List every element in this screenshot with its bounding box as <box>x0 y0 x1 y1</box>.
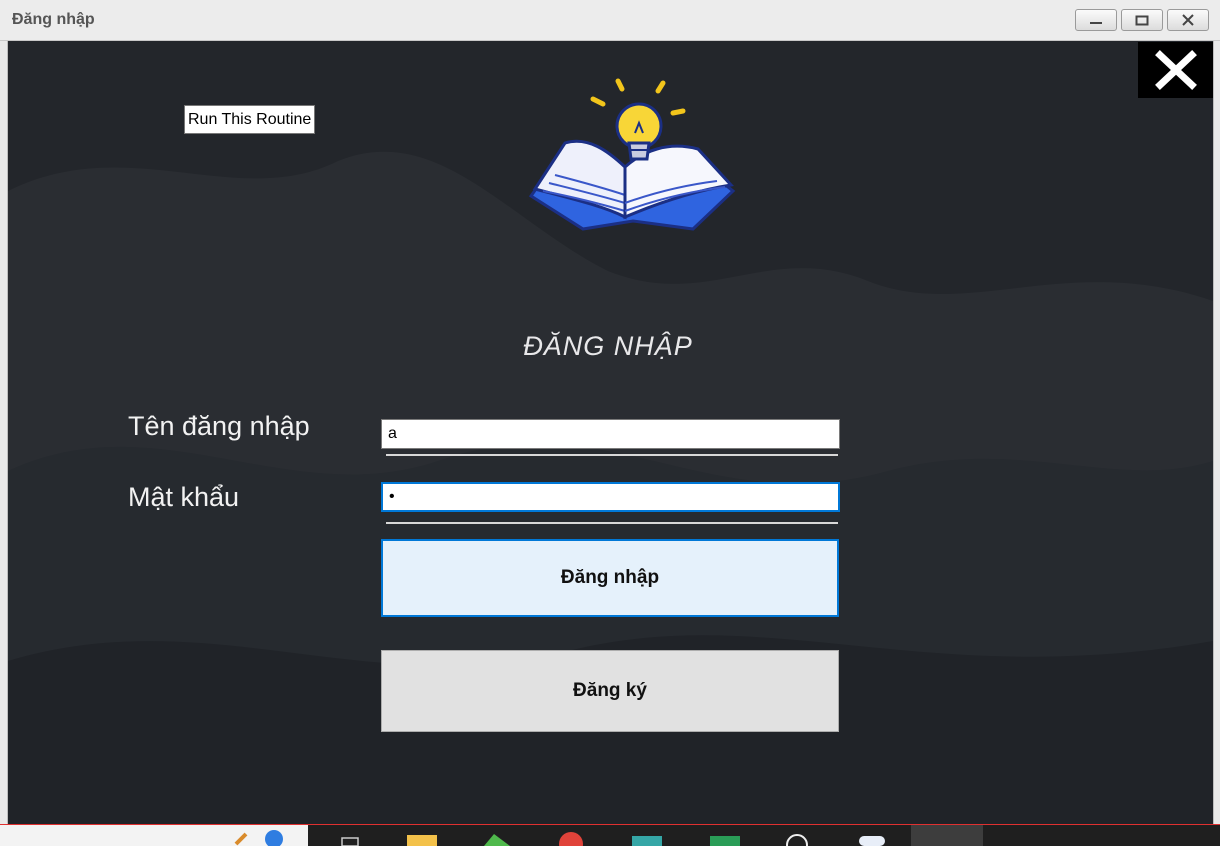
window-close-button[interactable] <box>1167 9 1209 31</box>
username-label: Tên đăng nhập <box>128 411 310 441</box>
window-titlebar: Đăng nhập <box>0 0 1220 41</box>
store-icon[interactable] <box>630 830 664 846</box>
password-input[interactable] <box>381 482 840 512</box>
browser-icon[interactable] <box>480 830 514 846</box>
book-lightbulb-icon <box>528 78 736 231</box>
taskbar <box>0 824 1220 846</box>
close-icon <box>1182 14 1194 26</box>
login-heading: ĐĂNG NHẬP <box>523 331 693 361</box>
run-routine-tooltip: Run This Routine <box>184 105 316 134</box>
excel-icon[interactable] <box>708 830 742 846</box>
task-view-icon[interactable] <box>340 830 360 846</box>
taskbar-active-app[interactable] <box>911 825 983 846</box>
username-underline <box>386 454 838 456</box>
maximize-button[interactable] <box>1121 9 1163 31</box>
password-label: Mật khẩu <box>128 482 240 512</box>
app-icon <box>265 830 283 846</box>
register-button[interactable]: Đăng ký <box>381 650 839 732</box>
window-title: Đăng nhập <box>12 11 95 28</box>
app-close-button[interactable] <box>1138 42 1213 98</box>
clock-icon[interactable] <box>780 830 814 846</box>
chat-icon[interactable] <box>855 830 889 846</box>
taskbar-search-area[interactable] <box>0 825 308 846</box>
login-button[interactable]: Đăng nhập <box>381 539 839 617</box>
password-underline <box>386 522 838 524</box>
username-input[interactable] <box>381 419 840 449</box>
chrome-icon[interactable] <box>554 830 588 846</box>
close-icon <box>1154 50 1197 90</box>
login-panel: Run This Routine ĐĂNG NHẬP Tên đăng nhập… <box>7 41 1214 825</box>
pencil-icon <box>234 832 248 846</box>
folder-icon[interactable] <box>405 830 439 846</box>
minimize-button[interactable] <box>1075 9 1117 31</box>
maximize-icon <box>1135 15 1149 25</box>
minimize-icon <box>1090 22 1102 24</box>
